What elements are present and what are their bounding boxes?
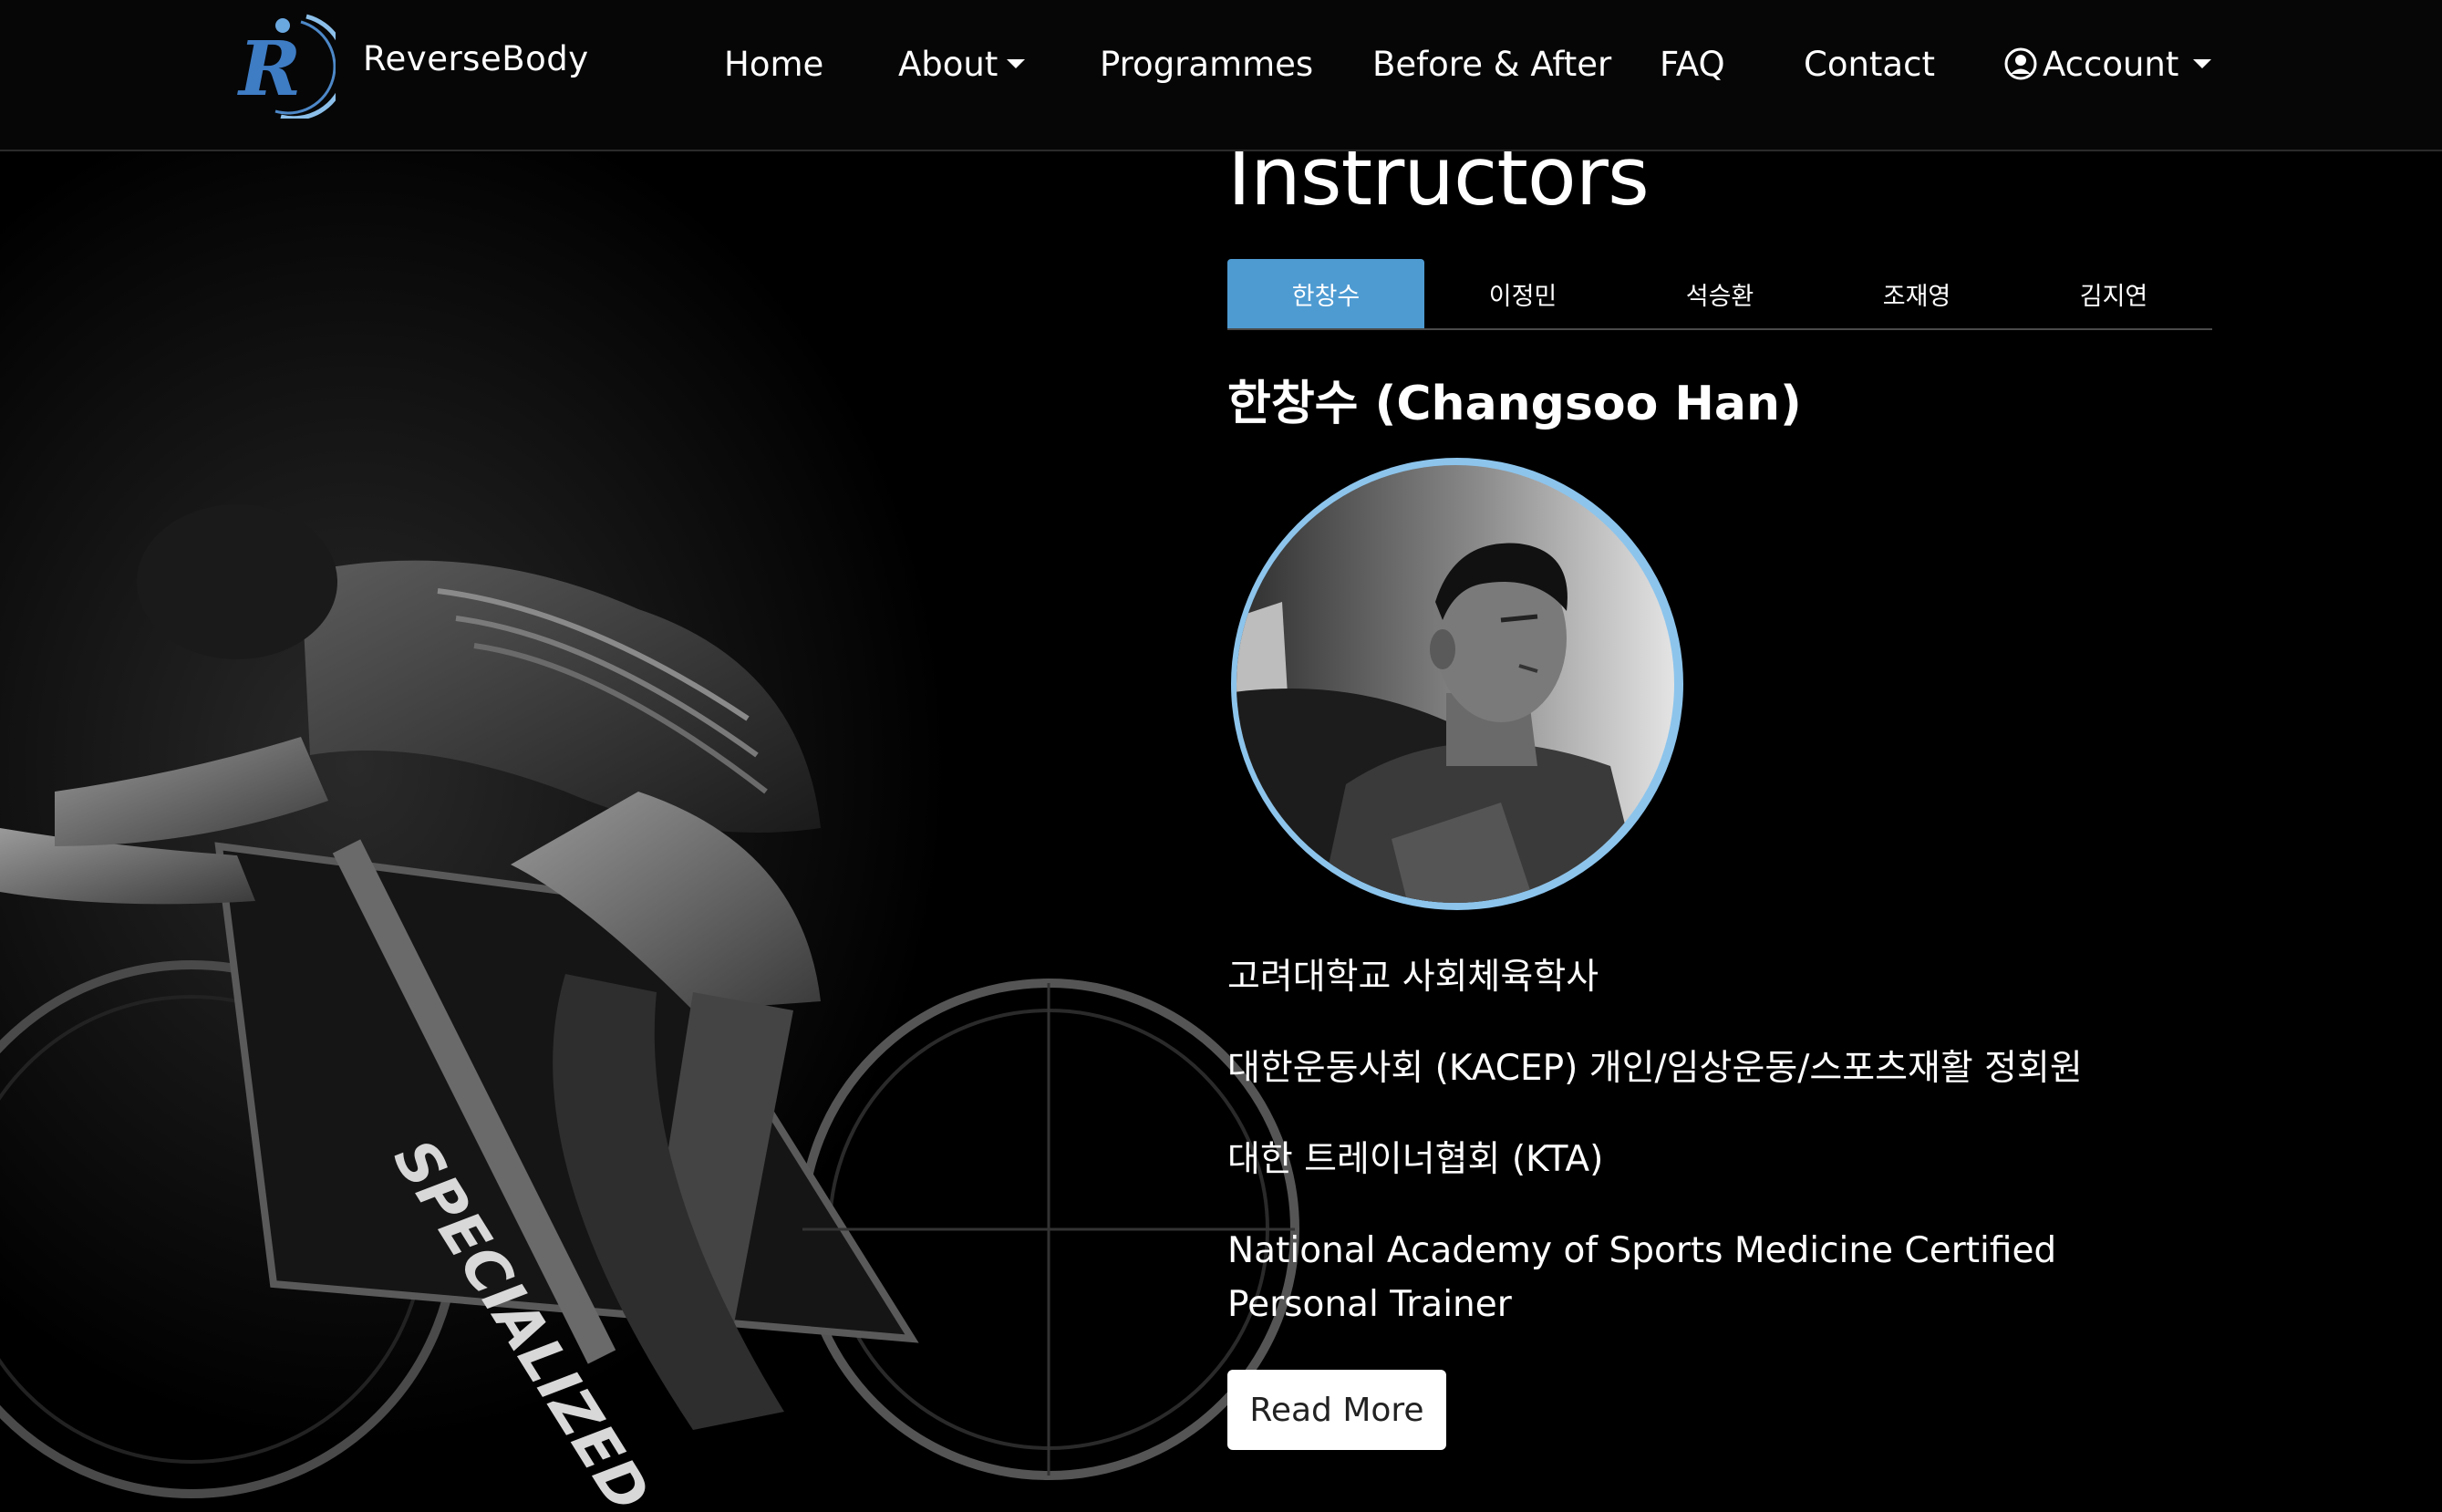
nav-account-dropdown[interactable]: Account bbox=[2004, 42, 2212, 86]
nav-before-after-label: Before & After bbox=[1372, 44, 1612, 84]
nav-programmes-label: Programmes bbox=[1100, 44, 1314, 84]
tab-instructor-1[interactable]: 한창수 bbox=[1227, 259, 1424, 328]
nav-contact-label: Contact bbox=[1804, 44, 1935, 84]
caret-down-icon bbox=[2193, 59, 2212, 68]
tab-instructor-5[interactable]: 김지연 bbox=[2015, 259, 2212, 328]
tab-instructor-3[interactable]: 석승환 bbox=[1621, 259, 1818, 328]
read-more-button[interactable]: Read More bbox=[1227, 1370, 1446, 1450]
tab-instructor-4[interactable]: 조재영 bbox=[1818, 259, 2015, 328]
instructor-portrait bbox=[1227, 456, 1683, 912]
nav-before-after-link[interactable]: Before & After bbox=[1372, 42, 1611, 86]
credential-item: 대한 트레이너협회 (KTA) bbox=[1227, 1139, 1604, 1180]
nav-about-dropdown[interactable]: About bbox=[898, 42, 1026, 86]
nav-programmes-link[interactable]: Programmes bbox=[1100, 42, 1313, 86]
instructor-tabs: 한창수 이정민 석승환 조재영 김지연 bbox=[1227, 259, 2212, 330]
nav-faq-link[interactable]: FAQ bbox=[1660, 42, 1725, 86]
reversebody-logo-icon: R bbox=[237, 14, 336, 119]
brand-name: ReverseBody bbox=[363, 38, 589, 78]
instructor-name: 한창수 (Changsoo Han) bbox=[1227, 377, 1802, 431]
nav-home-link[interactable]: Home bbox=[724, 42, 823, 86]
credential-item: 대한운동사회 (KACEP) 개인/임상운동/스포츠재활 정회원 bbox=[1227, 1048, 2083, 1089]
user-circle-icon bbox=[2004, 47, 2037, 80]
instructor-photo bbox=[1231, 458, 1683, 910]
top-navbar: R ReverseBody Home About Programmes Befo… bbox=[0, 0, 2442, 151]
credential-item: 고려대학교 사회체육학사 bbox=[1227, 957, 1599, 998]
credential-item: National Academy of Sports Medicine Cert… bbox=[1227, 1230, 2057, 1325]
svg-text:R: R bbox=[237, 26, 301, 113]
nav-contact-link[interactable]: Contact bbox=[1804, 42, 1935, 86]
nav-home-label: Home bbox=[724, 44, 824, 84]
nav-faq-label: FAQ bbox=[1660, 44, 1725, 84]
nav-about-label: About bbox=[898, 44, 999, 84]
caret-down-icon bbox=[1007, 59, 1026, 68]
nav-account-label: Account bbox=[2043, 44, 2179, 84]
tab-instructor-2[interactable]: 이정민 bbox=[1424, 259, 1621, 328]
brand-link[interactable]: R ReverseBody bbox=[235, 9, 589, 119]
